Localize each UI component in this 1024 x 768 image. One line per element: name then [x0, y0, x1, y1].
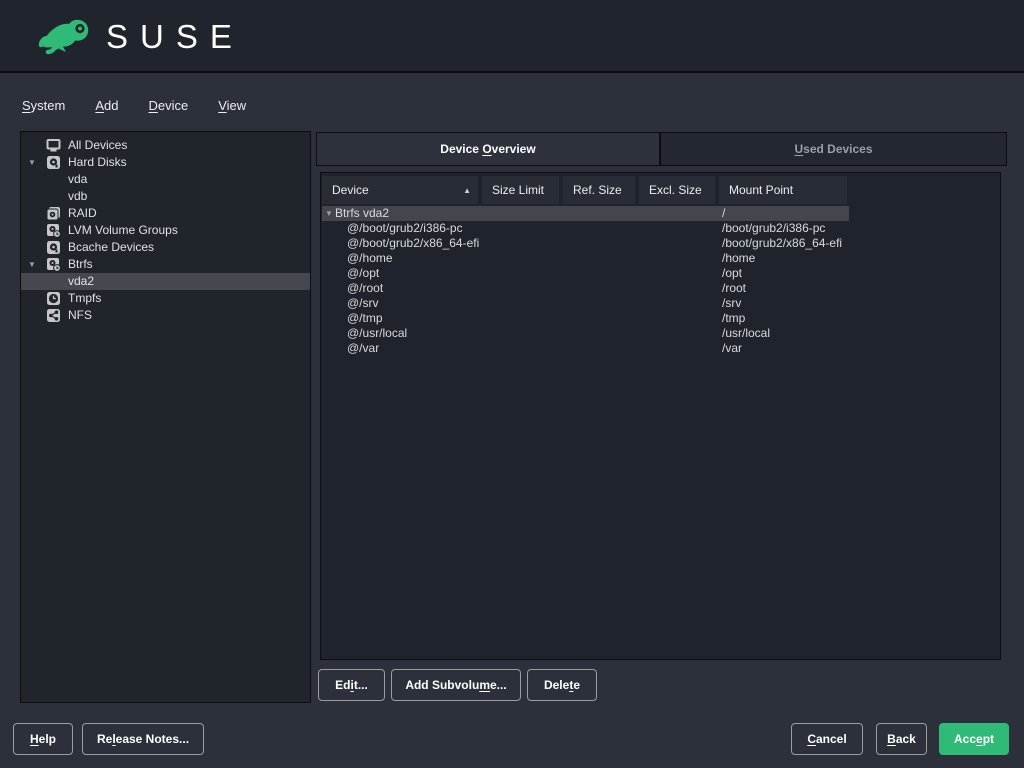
accept-button[interactable]: Accept	[939, 723, 1009, 755]
bcache-icon	[46, 240, 61, 255]
menu-add[interactable]: Add	[95, 98, 118, 113]
table-row-subvolume[interactable]: @/boot/grub2/i386-pc /boot/grub2/i386-pc	[322, 221, 999, 236]
menu-system[interactable]: System	[22, 98, 65, 113]
device-tree-panel: All Devices ▼ Hard Disks vda vdb RAID	[20, 131, 311, 703]
tab-device-overview[interactable]: Device Overview	[316, 132, 660, 166]
menu-view[interactable]: View	[218, 98, 246, 113]
table-header: Device ▲ Size Limit Ref. Size Excl. Size…	[322, 176, 847, 204]
raid-icon	[46, 206, 61, 221]
sort-ascending-icon: ▲	[463, 186, 471, 195]
back-button[interactable]: Back	[876, 723, 927, 755]
table-row-subvolume[interactable]: @/var /var	[322, 341, 999, 356]
monitor-icon	[46, 138, 61, 153]
table-row-subvolume[interactable]: @/usr/local /usr/local	[322, 326, 999, 341]
suse-logo: SUSE	[30, 13, 244, 59]
delete-button[interactable]: Delete	[527, 669, 597, 701]
table-row-subvolume[interactable]: @/boot/grub2/x86_64-efi /boot/grub2/x86_…	[322, 236, 999, 251]
column-header-excl-size[interactable]: Excl. Size	[639, 176, 715, 204]
sidebar-item-nfs[interactable]: NFS	[21, 307, 310, 324]
table-row-subvolume[interactable]: @/tmp /tmp	[322, 311, 999, 326]
sidebar-item-tmpfs[interactable]: Tmpfs	[21, 290, 310, 307]
column-header-device[interactable]: Device ▲	[322, 176, 478, 204]
sidebar-item-lvm-volume-groups[interactable]: LVM Volume Groups	[21, 222, 310, 239]
expander-down-icon[interactable]: ▼	[325, 206, 333, 221]
sidebar-item-vdb[interactable]: vdb	[21, 188, 310, 205]
sidebar-item-all-devices[interactable]: All Devices	[21, 137, 310, 154]
cancel-button[interactable]: Cancel	[791, 723, 863, 755]
table-row-subvolume[interactable]: @/srv /srv	[322, 296, 999, 311]
lvm-icon	[46, 223, 61, 238]
hard-disk-icon	[46, 155, 61, 170]
btrfs-icon	[46, 257, 61, 272]
sidebar-item-bcache-devices[interactable]: Bcache Devices	[21, 239, 310, 256]
tab-used-devices[interactable]: Used Devices	[660, 132, 1007, 166]
menu-bar: System Add Device View	[22, 98, 246, 113]
column-header-size-limit[interactable]: Size Limit	[482, 176, 559, 204]
table-row-subvolume[interactable]: @/home /home	[322, 251, 999, 266]
subvolume-table: Device ▲ Size Limit Ref. Size Excl. Size…	[320, 172, 1001, 660]
column-header-mount-point[interactable]: Mount Point	[719, 176, 847, 204]
suse-chameleon-icon	[30, 13, 92, 59]
release-notes-button[interactable]: Release Notes...	[82, 723, 204, 755]
top-banner: SUSE	[0, 0, 1024, 73]
expander-down-icon[interactable]: ▼	[28, 154, 36, 171]
sidebar-item-vda2[interactable]: vda2	[21, 273, 310, 290]
table-row-subvolume[interactable]: @/root /root	[322, 281, 999, 296]
table-row-btrfs-vda2[interactable]: ▼ Btrfs vda2 /	[322, 206, 849, 221]
sidebar-item-hard-disks[interactable]: ▼ Hard Disks	[21, 154, 310, 171]
sidebar-item-vda[interactable]: vda	[21, 171, 310, 188]
nfs-share-icon	[46, 308, 61, 323]
sidebar-item-btrfs[interactable]: ▼ Btrfs	[21, 256, 310, 273]
edit-button[interactable]: Edit...	[318, 669, 385, 701]
help-button[interactable]: Help	[13, 723, 73, 755]
tmpfs-clock-icon	[46, 291, 61, 306]
expander-down-icon[interactable]: ▼	[28, 256, 36, 273]
sidebar-item-raid[interactable]: RAID	[21, 205, 310, 222]
table-row-subvolume[interactable]: @/opt /opt	[322, 266, 999, 281]
column-header-ref-size[interactable]: Ref. Size	[563, 176, 635, 204]
add-subvolume-button[interactable]: Add Subvolume...	[391, 669, 521, 701]
brand-wordmark: SUSE	[106, 18, 244, 53]
menu-device[interactable]: Device	[148, 98, 188, 113]
table-body: ▼ Btrfs vda2 / @/boot/grub2/i386-pc /boo…	[322, 206, 999, 356]
